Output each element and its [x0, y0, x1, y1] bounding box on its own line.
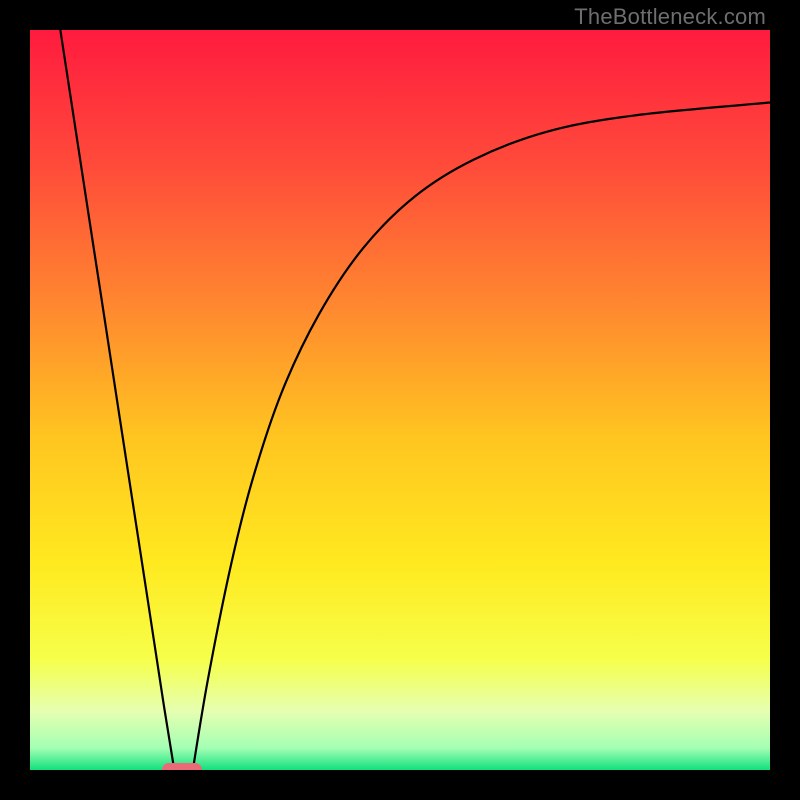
plot-area	[30, 30, 770, 770]
curve-right-branch	[193, 103, 770, 770]
curve-left-branch	[60, 30, 174, 770]
optimum-marker	[162, 763, 202, 770]
chart-frame: TheBottleneck.com	[0, 0, 800, 800]
watermark-text: TheBottleneck.com	[574, 4, 766, 30]
bottleneck-curve	[30, 30, 770, 770]
